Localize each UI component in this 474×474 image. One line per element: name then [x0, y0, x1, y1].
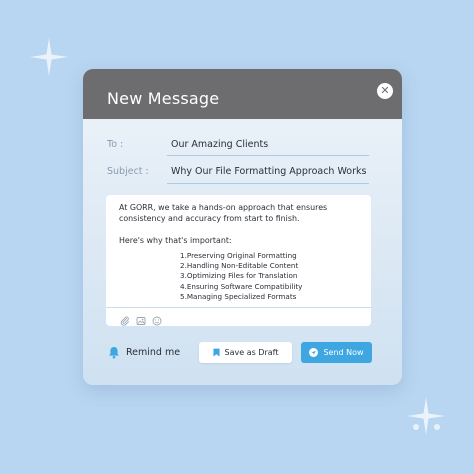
subject-underline: [167, 183, 369, 184]
close-icon[interactable]: ✕: [377, 83, 393, 99]
compose-window: New Message ✕ To : Our Amazing Clients S…: [83, 69, 402, 385]
send-now-button[interactable]: Send Now: [301, 342, 372, 363]
body-list: 1.Preserving Original Formatting 2.Handl…: [180, 251, 302, 302]
sparkle-icon: [30, 38, 68, 76]
sparkle-icon: [407, 397, 445, 435]
editor-divider: [106, 307, 371, 308]
save-draft-button[interactable]: Save as Draft: [199, 342, 292, 363]
subject-label: Subject :: [107, 166, 149, 177]
bell-icon: [109, 347, 119, 359]
remind-me-label: Remind me: [126, 347, 181, 358]
image-icon[interactable]: [136, 311, 146, 325]
window-title: New Message: [107, 89, 220, 108]
to-label: To :: [107, 139, 124, 150]
list-item: 1.Preserving Original Formatting: [180, 251, 297, 260]
sparkle-dot: [434, 424, 440, 430]
list-item: 3.Optimizing Files for Translation: [180, 271, 298, 281]
save-draft-label: Save as Draft: [224, 348, 279, 357]
message-body-editor[interactable]: At GORR, we take a hands-on approach tha…: [106, 195, 371, 326]
body-why-text: Here's why that's important:: [119, 236, 232, 245]
editor-toolbar: [120, 311, 162, 326]
list-item: 5.Managing Specialized Formats: [180, 291, 297, 301]
to-underline: [167, 155, 369, 156]
subject-field[interactable]: Why Our File Formatting Approach Works: [171, 166, 366, 177]
title-bar: New Message ✕: [83, 69, 402, 119]
list-item: 4.Ensuring Software Compatibility: [180, 281, 303, 291]
body-intro-text: At GORR, we take a hands-on approach tha…: [119, 203, 328, 224]
sparkle-dot: [413, 424, 419, 430]
bookmark-icon: [212, 348, 220, 357]
emoji-icon[interactable]: [152, 311, 162, 326]
remind-me-button[interactable]: Remind me: [108, 346, 180, 359]
send-now-label: Send Now: [323, 348, 364, 357]
to-field[interactable]: Our Amazing Clients: [171, 139, 268, 150]
list-item: 2.Handling Non-Editable Content: [180, 261, 299, 271]
send-icon: [309, 348, 319, 357]
paperclip-icon[interactable]: [120, 311, 130, 326]
